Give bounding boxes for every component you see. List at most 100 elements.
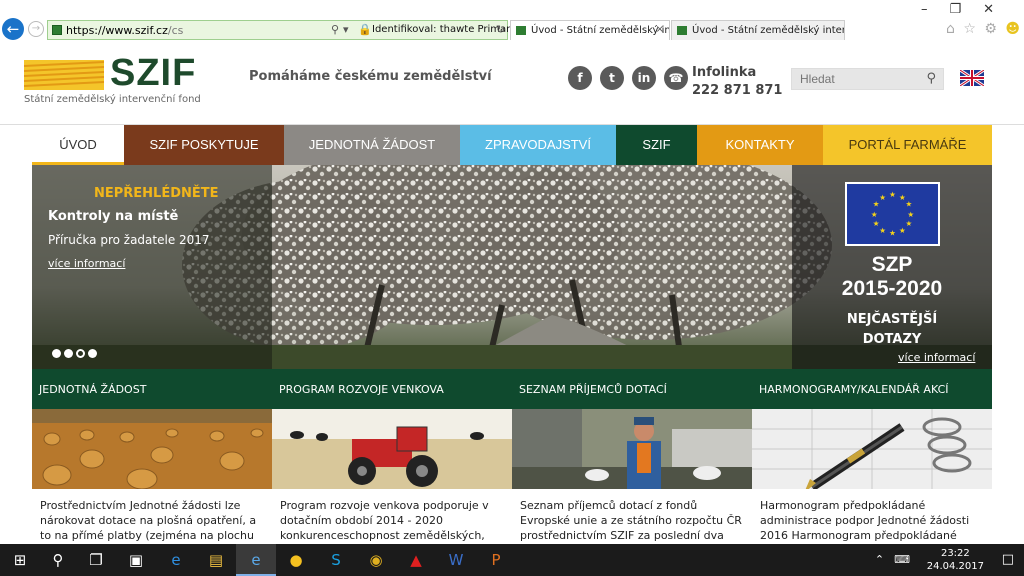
tab-szif-2[interactable]: Úvod - Státní zemědělský interv... <box>671 20 845 40</box>
windows-taskbar: ⊞ ⚲ ❐ ▣ e ▤ e ● S ◉ ▲ W P ⌃⌨ 23:22 24.04… <box>0 544 1024 576</box>
favorites-star-icon[interactable]: ☆ <box>963 21 978 37</box>
browser-toolbar: ⌂ ☆ ⚙ ☻ <box>946 21 1022 37</box>
szp-title[interactable]: SZP <box>792 253 992 277</box>
logo-subtitle: Státní zemědělský intervenční fond <box>24 94 201 105</box>
card-harmonogramy[interactable]: HARMONOGRAMY/KALENDÁŘ AKCÍ Harmonogram p… <box>752 369 992 544</box>
tray-chevron-icon[interactable]: ⌃ <box>875 553 894 566</box>
tab-favicon-icon <box>516 26 526 35</box>
svg-text:★: ★ <box>879 193 886 202</box>
keyboard-icon[interactable]: ⌨ <box>894 553 920 566</box>
nav-kontakty[interactable]: KONTAKTY <box>697 125 823 165</box>
settings-gear-icon[interactable]: ⚙ <box>984 21 999 37</box>
windows-start-icon[interactable]: ⊞ <box>0 544 40 576</box>
card-text: Harmonogram předpokládané administrace p… <box>760 499 970 542</box>
refresh-icon[interactable]: ↻ <box>496 23 505 36</box>
topic-cards: JEDNOTNÁ ŽÁDOST Prostřednictvím Jednotné… <box>32 369 992 544</box>
svg-text:★: ★ <box>907 210 914 219</box>
szp-more-link[interactable]: více informací <box>898 351 975 364</box>
infolinka-number[interactable]: 222 871 871 <box>692 83 782 98</box>
tab-szif-active[interactable]: Úvod - Státní zemědělský int... × <box>510 20 670 40</box>
nav-jednotna-zadost[interactable]: JEDNOTNÁ ŽÁDOST <box>284 125 460 165</box>
powerpoint-icon[interactable]: P <box>476 544 516 576</box>
hero-slider: NEPŘEHLÉDNĚTE Kontroly na místě Příručka… <box>32 165 992 369</box>
phone-icon[interactable]: ☎ <box>664 66 688 90</box>
farmer-photo[interactable] <box>512 409 752 489</box>
english-flag-icon[interactable] <box>960 70 984 86</box>
linkedin-icon[interactable]: in <box>632 66 656 90</box>
back-arrow-icon[interactable]: ← <box>2 18 24 40</box>
hay-bales-photo[interactable] <box>32 409 272 489</box>
hero-subtitle: Příručka pro žadatele 2017 <box>48 233 210 247</box>
infolinka-label: Infolinka <box>692 65 757 80</box>
nav-uvod[interactable]: ÚVOD <box>32 125 124 165</box>
faq-title-1[interactable]: NEJČASTĚJŠÍ <box>792 312 992 327</box>
slider-dot-active[interactable] <box>76 349 85 358</box>
slider-dot[interactable] <box>88 349 97 358</box>
hero-more-link[interactable]: více informací <box>48 257 125 270</box>
nav-zpravodajstvi[interactable]: ZPRAVODAJSTVÍ <box>460 125 616 165</box>
acrobat-icon[interactable]: ▲ <box>396 544 436 576</box>
logo-text[interactable]: SZIF <box>110 52 196 95</box>
tractor-photo[interactable] <box>272 409 512 489</box>
svg-text:★: ★ <box>899 226 906 235</box>
address-bar[interactable]: https://www.szif.cz/cs ⚲▾ 🔒 Identifikova… <box>47 20 519 40</box>
main-navigation: ÚVOD SZIF POSKYTUJE JEDNOTNÁ ŽÁDOST ZPRA… <box>32 125 992 165</box>
system-tray: ⌃⌨ <box>875 544 920 576</box>
close-tab-icon[interactable]: × <box>656 24 664 35</box>
facebook-icon[interactable]: f <box>568 66 592 90</box>
feedback-smiley-icon[interactable]: ☻ <box>1005 21 1022 37</box>
browser-chrome: ← → https://www.szif.cz/cs ⚲▾ 🔒 Identifi… <box>0 0 1024 42</box>
address-search-icon[interactable]: ⚲▾ <box>331 23 353 36</box>
eu-flag-icon[interactable]: ★ ★ ★ ★ ★ ★ ★ ★ ★ ★ ★ ★ <box>845 182 940 246</box>
close-window-icon[interactable]: ✕ <box>983 2 1016 17</box>
home-icon[interactable]: ⌂ <box>946 21 957 37</box>
tab-label: Úvod - Státní zemědělský int... <box>531 25 670 36</box>
card-text: Prostřednictvím Jednotné žádosti lze nár… <box>40 499 257 542</box>
szif-logo-icon[interactable] <box>24 60 104 90</box>
card-title[interactable]: SEZNAM PŘÍJEMCŮ DOTACÍ <box>512 369 752 409</box>
card-program-rozvoje-venkova[interactable]: PROGRAM ROZVOJE VENKOVA Program rozvoje … <box>272 369 512 544</box>
card-title[interactable]: HARMONOGRAMY/KALENDÁŘ AKCÍ <box>752 369 992 409</box>
app-yellow-icon[interactable]: ● <box>276 544 316 576</box>
skype-icon[interactable]: S <box>316 544 356 576</box>
site-header: SZIF Státní zemědělský intervenční fond … <box>0 42 1024 125</box>
twitter-icon[interactable]: t <box>600 66 624 90</box>
slider-dot[interactable] <box>64 349 73 358</box>
word-icon[interactable]: W <box>436 544 476 576</box>
card-jednotna-zadost[interactable]: JEDNOTNÁ ŽÁDOST Prostřednictvím Jednotné… <box>32 369 272 544</box>
svg-text:★: ★ <box>906 200 913 209</box>
edge-browser-icon[interactable]: e <box>156 544 196 576</box>
szp-years[interactable]: 2015-2020 <box>792 277 992 301</box>
internet-explorer-icon[interactable]: e <box>236 544 276 576</box>
pen-calendar-photo[interactable] <box>752 409 992 489</box>
svg-text:★: ★ <box>889 190 896 199</box>
forward-arrow-icon[interactable]: → <box>28 21 44 37</box>
card-title[interactable]: JEDNOTNÁ ŽÁDOST <box>32 369 272 409</box>
hero-title[interactable]: Kontroly na místě <box>48 209 178 224</box>
clock[interactable]: 23:22 24.04.2017 <box>927 547 984 573</box>
site-slogan: Pomáháme českému zemědělství <box>249 69 492 84</box>
search-icon[interactable]: ⚲ <box>926 71 936 86</box>
task-view-icon[interactable]: ❐ <box>76 544 116 576</box>
address-url[interactable]: https://www.szif.cz/cs <box>66 24 183 37</box>
nav-szif-poskytuje[interactable]: SZIF POSKYTUJE <box>124 125 284 165</box>
lock-icon[interactable]: 🔒 <box>358 23 372 36</box>
window-controls: –❐✕ <box>921 2 1016 17</box>
restore-icon[interactable]: ❐ <box>949 2 983 17</box>
slider-dot[interactable] <box>52 349 61 358</box>
clock-time: 23:22 <box>940 548 970 559</box>
notifications-icon[interactable]: □ <box>1002 544 1014 576</box>
store-icon[interactable]: ▣ <box>116 544 156 576</box>
card-seznam-prijemcu[interactable]: SEZNAM PŘÍJEMCŮ DOTACÍ Seznam příjemců d… <box>512 369 752 544</box>
site-search: ⚲ <box>791 68 944 90</box>
minimize-icon[interactable]: – <box>921 2 950 17</box>
nav-portal-farmare[interactable]: PORTÁL FARMÁŘE <box>823 125 992 165</box>
chrome-icon[interactable]: ◉ <box>356 544 396 576</box>
card-title[interactable]: PROGRAM ROZVOJE VENKOVA <box>272 369 512 409</box>
clock-date: 24.04.2017 <box>926 561 984 572</box>
nav-szif[interactable]: SZIF <box>616 125 697 165</box>
search-icon[interactable]: ⚲ <box>38 544 78 576</box>
file-explorer-icon[interactable]: ▤ <box>196 544 236 576</box>
search-input[interactable] <box>792 69 912 89</box>
faq-title-2[interactable]: DOTAZY <box>792 332 992 347</box>
